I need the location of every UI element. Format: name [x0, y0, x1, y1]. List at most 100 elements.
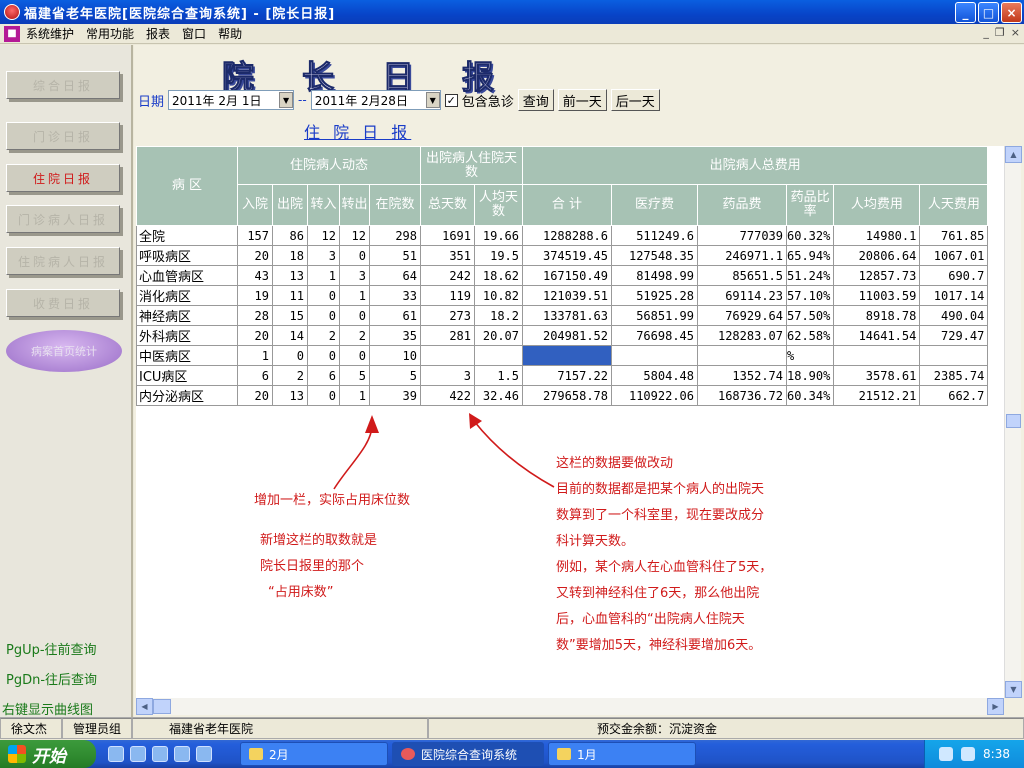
table-cell[interactable]: 15 — [272, 305, 308, 326]
table-cell[interactable]: 490.04 — [919, 305, 989, 326]
table-cell[interactable]: 11 — [272, 285, 308, 306]
minimize-button[interactable]: _ — [955, 2, 976, 23]
table-cell[interactable]: 20 — [237, 245, 273, 266]
table-cell[interactable]: 0 — [272, 345, 308, 366]
table-cell[interactable]: 76929.64 — [697, 305, 787, 326]
title-bar[interactable]: 福建省老年医院[医院综合查询系统] - [院长日报] _ □ × — [0, 0, 1024, 24]
scroll-up-icon[interactable]: ▲ — [1005, 146, 1022, 163]
table-cell[interactable]: 2 — [339, 325, 370, 346]
table-cell[interactable]: 18.90% — [785, 365, 835, 386]
ward-name-cell[interactable]: 消化病区 — [136, 285, 238, 306]
table-cell[interactable]: 69114.23 — [697, 285, 787, 306]
table-cell[interactable]: 1017.14 — [919, 285, 989, 306]
table-cell[interactable]: 511249.6 — [611, 225, 698, 246]
table-cell[interactable]: 351 — [420, 245, 475, 266]
table-cell[interactable]: 13 — [272, 385, 308, 406]
table-cell[interactable]: 2 — [307, 325, 340, 346]
table-row[interactable]: 神经病区 28 15 0 0 61 273 18.2 133781.63 56851.99 7692… — [136, 305, 989, 326]
nav-outpatient-daily[interactable]: 门诊日报 — [6, 122, 120, 150]
table-cell[interactable] — [522, 345, 612, 366]
menu-window[interactable]: 窗口 — [182, 25, 206, 42]
table-cell[interactable]: 62.58% — [785, 325, 835, 346]
table-cell[interactable]: 60.34% — [785, 385, 835, 406]
scroll-right-icon[interactable]: ▶ — [987, 698, 1004, 715]
table-cell[interactable]: 157 — [237, 225, 273, 246]
table-cell[interactable]: 60.32% — [785, 225, 835, 246]
query-button[interactable]: 查询 — [517, 89, 554, 111]
vertical-scrollbar[interactable]: ▲ ▼ — [1004, 146, 1022, 698]
scroll-thumb[interactable] — [153, 699, 171, 714]
volume-icon[interactable] — [961, 747, 976, 761]
table-cell[interactable]: 56851.99 — [611, 305, 698, 326]
table-cell[interactable]: 6 — [237, 365, 273, 386]
table-cell[interactable]: 690.7 — [919, 265, 989, 286]
table-cell[interactable]: 19.66 — [474, 225, 523, 246]
table-row[interactable]: ICU病区 6 2 6 5 5 3 1.5 7157.22 5804.48 1352.74 18.90… — [136, 365, 989, 386]
table-cell[interactable] — [833, 345, 921, 366]
table-cell[interactable]: 662.7 — [919, 385, 989, 406]
table-cell[interactable]: 64 — [369, 265, 421, 286]
table-cell[interactable]: 51925.28 — [611, 285, 698, 306]
ward-name-cell[interactable]: 中医病区 — [136, 345, 238, 366]
date-to-picker[interactable]: 2011年 2月28日 ▼ — [310, 90, 441, 110]
table-cell[interactable]: 1352.74 — [697, 365, 787, 386]
include-emergency-checkbox[interactable]: ✓ — [444, 93, 458, 107]
table-cell[interactable]: 127548.35 — [611, 245, 698, 266]
table-cell[interactable]: 12 — [307, 225, 340, 246]
table-cell[interactable]: 35 — [369, 325, 421, 346]
start-button[interactable]: 开始 — [0, 740, 96, 768]
ie-icon[interactable] — [108, 746, 124, 762]
table-cell[interactable]: 6 — [307, 365, 340, 386]
table-cell[interactable]: 61 — [369, 305, 421, 326]
nav-oval-button[interactable]: 病案首页统计 — [6, 330, 122, 372]
chevron-down-icon[interactable]: ▼ — [425, 92, 440, 108]
table-cell[interactable]: 18.62 — [474, 265, 523, 286]
table-cell[interactable]: 2 — [272, 365, 308, 386]
table-cell[interactable]: 1067.01 — [919, 245, 989, 266]
table-cell[interactable]: 14 — [272, 325, 308, 346]
table-cell[interactable]: 14980.1 — [833, 225, 921, 246]
table-cell[interactable]: 761.85 — [919, 225, 989, 246]
table-cell[interactable]: 18.2 — [474, 305, 523, 326]
table-cell[interactable]: 1691 — [420, 225, 475, 246]
ward-name-cell[interactable]: 内分泌病区 — [136, 385, 238, 406]
table-cell[interactable]: 121039.51 — [522, 285, 612, 306]
folder-icon[interactable] — [174, 746, 190, 762]
table-cell[interactable]: 5 — [339, 365, 370, 386]
table-cell[interactable]: 0 — [339, 305, 370, 326]
table-cell[interactable]: 167150.49 — [522, 265, 612, 286]
table-cell[interactable]: 3 — [420, 365, 475, 386]
table-cell[interactable]: % — [785, 345, 835, 366]
table-cell[interactable]: 20 — [237, 325, 273, 346]
nav-billing-daily[interactable]: 收费日报 — [6, 289, 120, 317]
table-cell[interactable]: 0 — [339, 345, 370, 366]
table-cell[interactable]: 168736.72 — [697, 385, 787, 406]
task-hospital-system[interactable]: 医院综合查询系统 — [392, 742, 544, 766]
table-cell[interactable]: 20.07 — [474, 325, 523, 346]
table-cell[interactable]: 18 — [272, 245, 308, 266]
prev-day-button[interactable]: 前一天 — [557, 89, 607, 111]
table-cell[interactable]: 12857.73 — [833, 265, 921, 286]
table-cell[interactable] — [474, 345, 523, 366]
media-icon[interactable] — [152, 746, 168, 762]
table-row[interactable]: 外科病区 20 14 2 2 35 281 20.07 204981.52 76698.45 128… — [136, 325, 989, 346]
table-cell[interactable]: 777039 — [697, 225, 787, 246]
table-cell[interactable]: 1.5 — [474, 365, 523, 386]
horizontal-scrollbar[interactable]: ◀ ▶ — [136, 698, 1004, 715]
close-button[interactable]: × — [1001, 2, 1022, 23]
task-folder-jan[interactable]: 1月 — [548, 742, 696, 766]
document-icon[interactable]: ■ — [4, 25, 20, 42]
mdi-close-button[interactable]: × — [1011, 26, 1020, 39]
table-cell[interactable]: 7157.22 — [522, 365, 612, 386]
table-cell[interactable]: 51 — [369, 245, 421, 266]
table-cell[interactable]: 119 — [420, 285, 475, 306]
table-row[interactable]: 内分泌病区 20 13 0 1 39 422 32.46 279658.78 110922.06 1… — [136, 385, 989, 406]
table-cell[interactable]: 242 — [420, 265, 475, 286]
table-cell[interactable]: 10 — [369, 345, 421, 366]
table-cell[interactable]: 2385.74 — [919, 365, 989, 386]
table-cell[interactable] — [420, 345, 475, 366]
table-cell[interactable]: 86 — [272, 225, 308, 246]
table-cell[interactable]: 1 — [339, 385, 370, 406]
menu-common-functions[interactable]: 常用功能 — [86, 25, 134, 42]
ward-name-cell[interactable]: 外科病区 — [136, 325, 238, 346]
